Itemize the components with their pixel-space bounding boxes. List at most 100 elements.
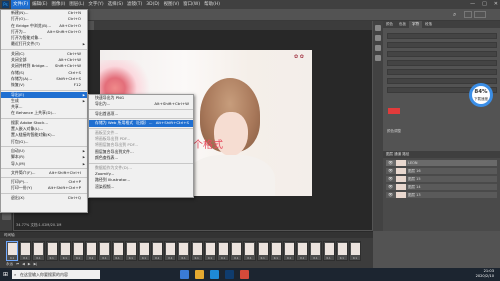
menu-select[interactable]: 选择(S) <box>106 0 125 9</box>
photoshop-taskbar-icon[interactable] <box>225 270 234 279</box>
layer-row[interactable]: 👁 图层 15 <box>386 176 497 182</box>
tab-character[interactable]: 字符 <box>409 21 422 28</box>
timeline-frame[interactable]: 0.1 <box>6 241 19 261</box>
search-icon[interactable]: ⌕ <box>453 11 460 18</box>
frame-delay[interactable]: 0.1 <box>113 257 123 260</box>
export-menu-item[interactable]: 颜色查找表... <box>89 155 193 161</box>
timeline-frame[interactable]: 0.1 <box>85 241 98 261</box>
frame-delay[interactable]: 0.1 <box>126 257 136 260</box>
minimize-button[interactable]: — <box>470 0 475 9</box>
file-menu-item[interactable]: 文件简介(F)... Alt+Shift+Ctrl+I <box>1 170 87 176</box>
export-menu-item[interactable]: 存储为 Web 所用格式（旧版）... Alt+Shift+Ctrl+S <box>89 120 193 127</box>
play-icon[interactable]: ▶ <box>28 262 31 267</box>
file-explorer-icon[interactable] <box>195 270 204 279</box>
layer-row[interactable]: 👁 图层 16 <box>386 168 497 174</box>
eye-icon[interactable]: 👁 <box>388 176 393 182</box>
frame-delay[interactable]: 0.1 <box>284 257 294 260</box>
file-menu-item[interactable]: 打印一份(Y) Alt+Shift+Ctrl+P <box>1 185 87 191</box>
tab-swatches[interactable]: 色板 <box>396 21 409 28</box>
frame-delay[interactable]: 0.1 <box>47 257 57 260</box>
font-family-field[interactable] <box>387 33 497 39</box>
frame-delay[interactable]: 0.1 <box>205 257 215 260</box>
eye-icon[interactable]: 👁 <box>388 192 393 198</box>
frame-delay[interactable]: 0.1 <box>73 257 83 260</box>
text-color-swatch[interactable] <box>388 108 400 114</box>
taskbar-search-input[interactable]: ⌕ 在这里输入你要搜索的内容 <box>12 270 100 279</box>
timeline-frame[interactable]: 0.1 <box>256 241 269 261</box>
timeline-frame[interactable]: 0.1 <box>124 241 137 261</box>
tab-color[interactable]: 颜色 <box>383 21 396 28</box>
timeline-frame[interactable]: 0.1 <box>177 241 190 261</box>
timeline-frame[interactable]: 0.1 <box>348 241 362 261</box>
workspace-icon[interactable] <box>464 11 472 18</box>
timeline-frame[interactable]: 0.1 <box>190 241 203 261</box>
tracking-field[interactable] <box>387 51 497 57</box>
frame-delay[interactable]: 0.1 <box>60 257 70 260</box>
task-view-icon[interactable] <box>180 270 189 279</box>
frame-delay[interactable]: 0.1 <box>271 257 281 260</box>
file-menu-item[interactable]: 导入(M) <box>1 161 87 167</box>
export-menu-item[interactable]: 渲染视频... <box>89 184 193 190</box>
file-menu-item[interactable]: 打包(G)... <box>1 139 87 145</box>
timeline-frame[interactable]: 0.1 <box>58 241 71 261</box>
layer-row[interactable]: 👁 图层 14 <box>386 184 497 190</box>
frame-delay[interactable]: 0.1 <box>20 257 30 260</box>
frame-delay[interactable]: 0.1 <box>7 257 17 260</box>
timeline-frame[interactable]: 0.1 <box>230 241 243 261</box>
file-menu-item[interactable]: 最近打开文件(T) <box>1 41 87 47</box>
tab-paragraph[interactable]: 段落 <box>422 21 435 28</box>
export-menu-item[interactable]: 导出为... Alt+Shift+Ctrl+W <box>89 101 193 107</box>
font-size-field[interactable] <box>387 42 497 48</box>
adjust-icon[interactable] <box>375 45 381 51</box>
menu-type[interactable]: 文字(Y) <box>86 0 105 9</box>
menu-edit[interactable]: 编辑(E) <box>30 0 49 9</box>
eye-icon[interactable]: 👁 <box>388 160 393 166</box>
frame-delay[interactable]: 0.1 <box>244 257 254 260</box>
frame-delay[interactable]: 0.1 <box>86 257 96 260</box>
zoom-tool-icon[interactable] <box>2 213 11 220</box>
file-menu-item[interactable]: 在 Behance 上共享(D)... <box>1 110 87 116</box>
timeline-frame[interactable]: 0.1 <box>243 241 256 261</box>
close-button[interactable]: ✕ <box>494 0 498 9</box>
timeline-frame[interactable]: 0.1 <box>19 241 32 261</box>
frame-delay[interactable]: 0.1 <box>218 257 228 260</box>
layer-row[interactable]: 👁 LEON <box>386 160 497 166</box>
baseline-field[interactable] <box>387 69 497 75</box>
layer-row[interactable]: 👁 图层 13 <box>386 192 497 198</box>
start-icon[interactable]: ⊞ <box>3 271 8 278</box>
edge-icon[interactable] <box>210 270 219 279</box>
file-menu-item[interactable]: 恢复(V) F12 <box>1 82 87 88</box>
menu-view[interactable]: 视图(V) <box>162 0 182 9</box>
app-icon[interactable] <box>240 270 249 279</box>
timeline-frame[interactable]: 0.1 <box>322 241 335 261</box>
timeline-frame[interactable]: 0.1 <box>309 241 322 261</box>
timeline-frame[interactable]: 0.1 <box>217 241 230 261</box>
menu-3d[interactable]: 3D(D) <box>144 0 161 9</box>
frame-delay[interactable]: 0.1 <box>178 257 188 260</box>
frame-delay[interactable]: 0.1 <box>99 257 109 260</box>
timeline-frame[interactable]: 0.1 <box>151 241 164 261</box>
timeline-frame[interactable]: 0.1 <box>111 241 124 261</box>
scale-field[interactable] <box>387 60 497 66</box>
frame-delay[interactable]: 0.1 <box>152 257 162 260</box>
next-frame-icon[interactable]: ▶| <box>34 262 38 267</box>
timeline-frame[interactable]: 0.1 <box>269 241 282 261</box>
share-icon[interactable] <box>474 11 486 18</box>
menu-layer[interactable]: 图层(L) <box>67 0 86 9</box>
menu-image[interactable]: 图像(I) <box>49 0 67 9</box>
eye-icon[interactable]: 👁 <box>388 168 393 174</box>
frame-delay[interactable]: 0.1 <box>297 257 307 260</box>
loop-select[interactable]: 永远 <box>6 262 13 267</box>
maximize-button[interactable]: □ <box>482 0 487 9</box>
frame-delay[interactable]: 0.1 <box>192 257 202 260</box>
menu-filter[interactable]: 滤镜(T) <box>125 0 144 9</box>
frame-delay[interactable]: 0.1 <box>337 257 347 260</box>
timeline-frame[interactable]: 0.1 <box>98 241 111 261</box>
first-frame-icon[interactable]: ⏮ <box>16 262 19 267</box>
frame-delay[interactable]: 0.1 <box>258 257 268 260</box>
timeline-frame[interactable]: 0.1 <box>296 241 309 261</box>
timeline-frame[interactable]: 0.1 <box>164 241 177 261</box>
timeline-frame[interactable]: 0.1 <box>335 241 348 261</box>
timeline-frame[interactable]: 0.1 <box>32 241 45 261</box>
menu-help[interactable]: 帮助(H) <box>202 0 222 9</box>
